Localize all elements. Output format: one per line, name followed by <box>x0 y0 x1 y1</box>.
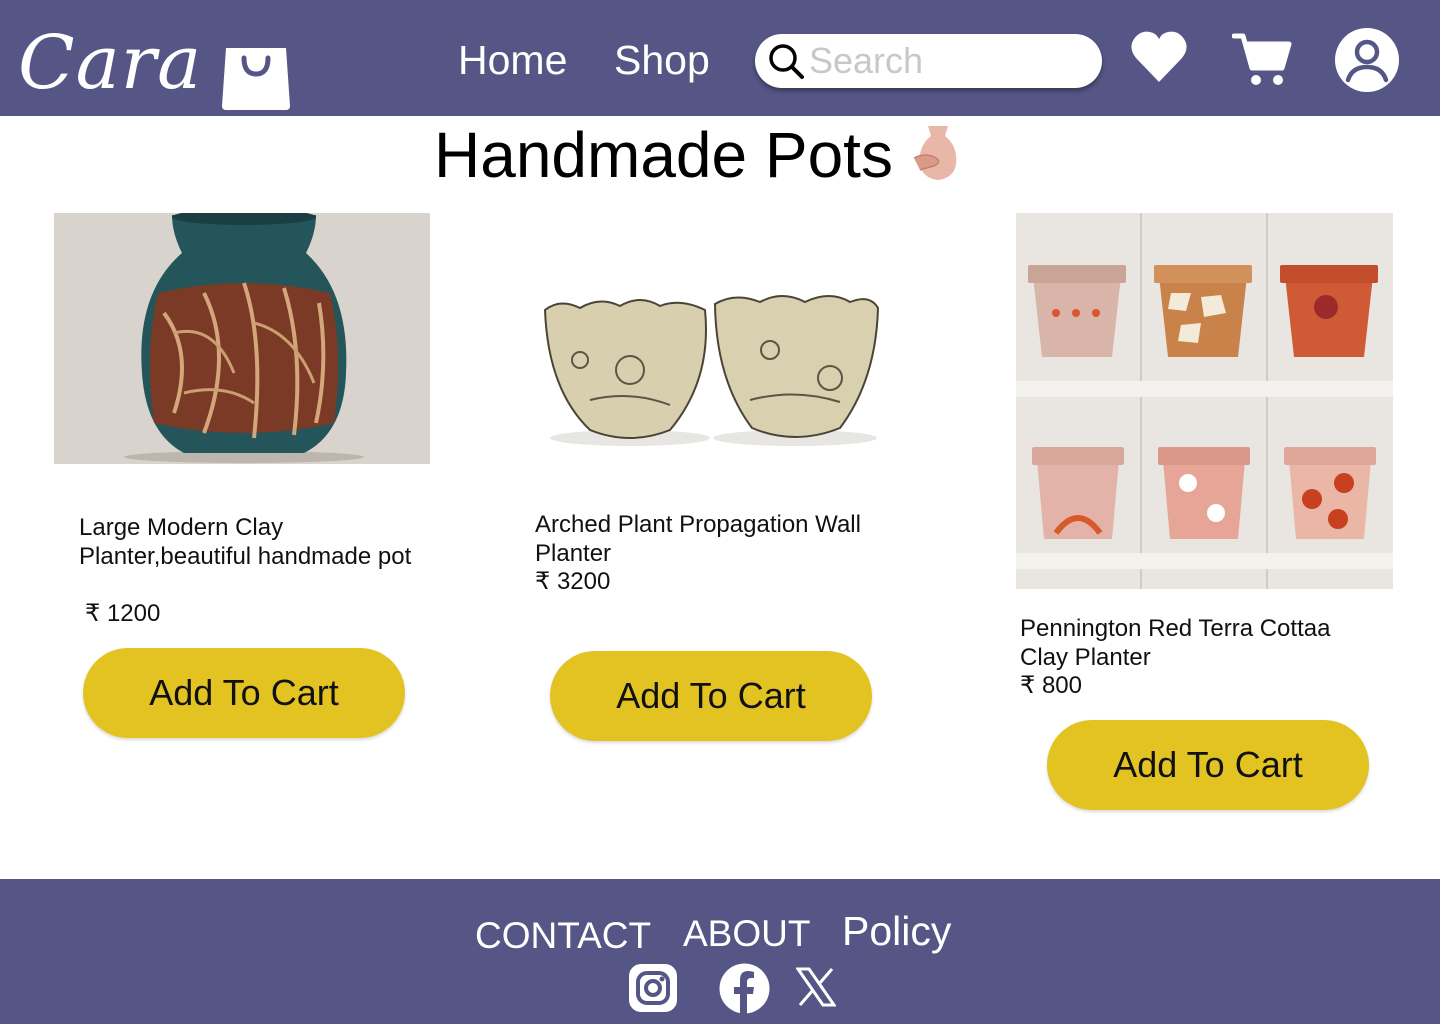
shopping-bag-icon[interactable] <box>220 44 292 110</box>
ceramic-bowls-image <box>543 295 880 446</box>
painted-pots-image <box>1016 213 1393 589</box>
footer-policy-link[interactable]: Policy <box>842 911 951 952</box>
clay-vase-image <box>54 213 430 464</box>
product-image-1[interactable] <box>54 213 430 464</box>
product-price-2: ₹ 3200 <box>535 568 611 595</box>
top-nav-bar: Cara Home Shop <box>0 0 1440 116</box>
instagram-icon[interactable] <box>628 963 678 1013</box>
user-icon[interactable] <box>1334 27 1400 93</box>
product-price-3: ₹ 800 <box>1020 672 1082 699</box>
footer-about-link[interactable]: ABOUT <box>683 915 810 952</box>
add-to-cart-button-2[interactable]: Add To Cart <box>550 651 872 741</box>
search-icon[interactable] <box>767 42 805 80</box>
nav-home-link[interactable]: Home <box>458 40 567 81</box>
product-name-3: Pennington Red Terra Cottaa Clay Planter <box>1020 615 1331 671</box>
add-to-cart-button-1[interactable]: Add To Cart <box>83 648 405 738</box>
facebook-icon[interactable] <box>719 963 770 1014</box>
footer: CONTACT ABOUT Policy <box>0 879 1440 1024</box>
vase-icon <box>913 126 957 180</box>
product-name-2: Arched Plant Propagation Wall Planter <box>535 511 861 567</box>
search-input[interactable] <box>809 40 1089 82</box>
page-title: Handmade Pots <box>434 119 893 191</box>
cart-icon[interactable] <box>1232 32 1292 88</box>
heart-icon[interactable] <box>1130 30 1188 84</box>
nav-shop-link[interactable]: Shop <box>614 40 710 81</box>
x-icon[interactable] <box>796 967 836 1007</box>
brand-logo-text[interactable]: Cara <box>18 26 202 100</box>
add-to-cart-button-3[interactable]: Add To Cart <box>1047 720 1369 810</box>
product-price-1: ₹ 1200 <box>85 600 161 627</box>
product-image-3[interactable] <box>1016 213 1393 589</box>
footer-contact-link[interactable]: CONTACT <box>475 917 651 954</box>
product-name-1: Large Modern Clay Planter,beautiful hand… <box>79 514 412 570</box>
search-bar[interactable] <box>755 34 1102 88</box>
product-image-2[interactable] <box>520 260 900 460</box>
